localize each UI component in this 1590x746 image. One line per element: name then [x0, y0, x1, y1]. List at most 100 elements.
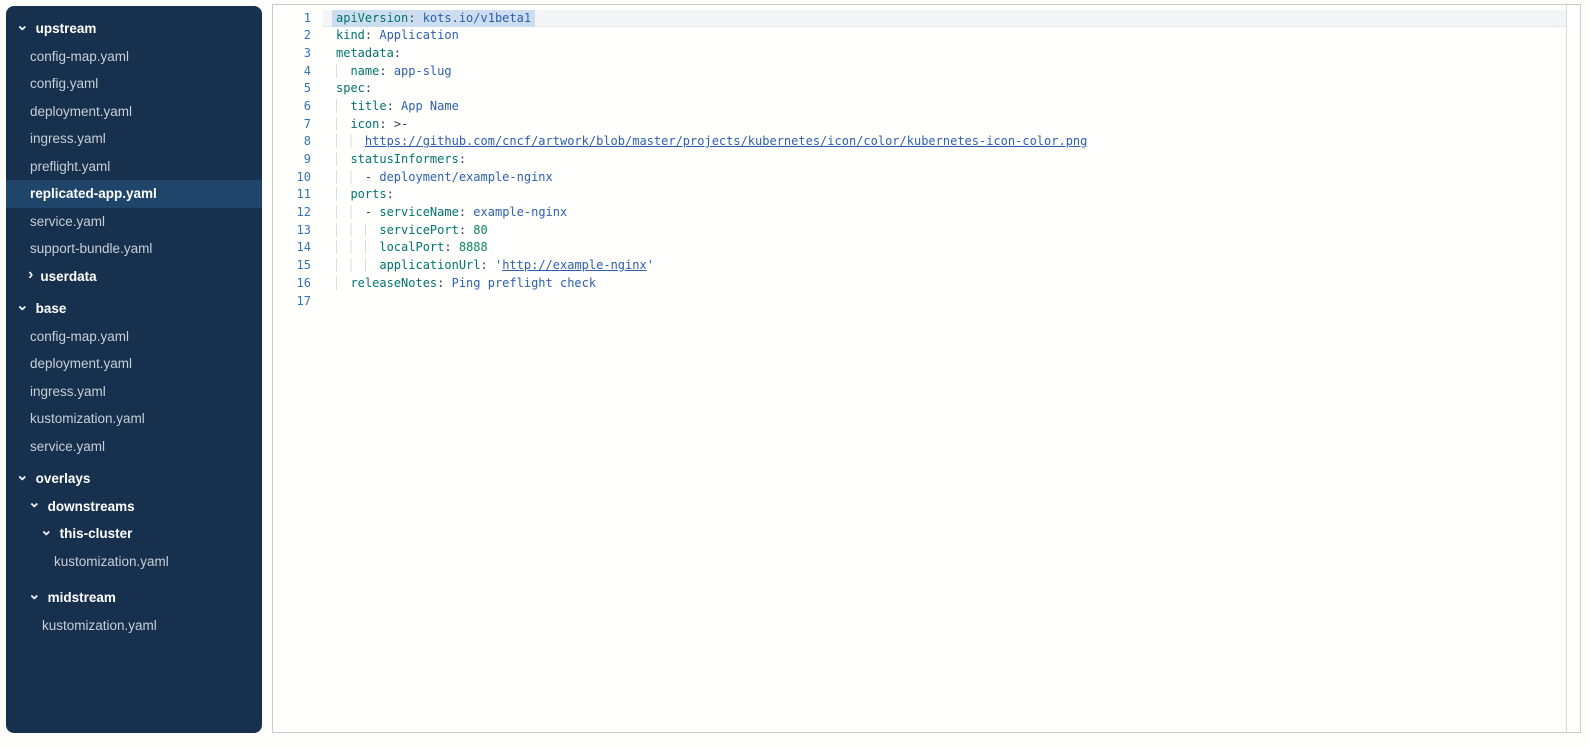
code-line-11[interactable]: ports: [323, 186, 1566, 204]
code-token: metadata [336, 46, 394, 60]
tree-item-label: upstream [36, 21, 97, 36]
chevron-down-icon[interactable]: ⌄ [28, 590, 41, 600]
tree-file-service.yaml[interactable]: service.yaml [6, 208, 262, 236]
indent-guide [336, 64, 350, 78]
tree-item-label: ingress.yaml [30, 384, 106, 399]
url-link[interactable]: http://example-nginx [502, 258, 647, 272]
tree-item-label: deployment.yaml [30, 356, 132, 371]
code-line-9[interactable]: statusInformers: [323, 151, 1566, 169]
code-token: : [387, 99, 401, 113]
tree-item-label: ingress.yaml [30, 131, 106, 146]
code-token: spec [336, 81, 365, 95]
tree-folder-base[interactable]: ⌄ base [6, 295, 262, 323]
code-line-13[interactable]: servicePort: 80 [323, 222, 1566, 240]
tree-folder-downstreams[interactable]: ⌄downstreams [6, 493, 262, 521]
tree-file-deployment.yaml[interactable]: deployment.yaml [6, 98, 262, 126]
line-number: 13 [273, 222, 323, 240]
line-number: 2 [273, 27, 323, 45]
tree-file-config-map.yaml[interactable]: config-map.yaml [6, 323, 262, 351]
code-line-4[interactable]: name: app-slug [323, 63, 1566, 81]
code-token: releaseNotes [350, 276, 437, 290]
line-number: 3 [273, 45, 323, 63]
line-number: 4 [273, 63, 323, 81]
chevron-down-icon[interactable]: ⌄ [40, 526, 53, 536]
chevron-down-icon[interactable]: ⌄ [28, 498, 41, 508]
code-token: 80 [473, 223, 487, 237]
tree-file-config-map.yaml[interactable]: config-map.yaml [6, 43, 262, 71]
tree-file-config.yaml[interactable]: config.yaml [6, 70, 262, 98]
code-line-1[interactable]: apiVersion: kots.io/v1beta1 [323, 10, 1566, 28]
chevron-down-icon[interactable]: ⌄ [16, 471, 29, 481]
code-line-10[interactable]: - deployment/example-nginx [323, 169, 1566, 187]
tree-file-ingress.yaml[interactable]: ingress.yaml [6, 378, 262, 406]
code-line-17[interactable] [323, 293, 1566, 311]
tree-file-kustomization.yaml[interactable]: kustomization.yaml [6, 405, 262, 433]
code-token: title [350, 99, 386, 113]
tree-file-kustomization.yaml[interactable]: kustomization.yaml [6, 612, 262, 640]
code-token: applicationUrl [379, 258, 480, 272]
tree-file-ingress.yaml[interactable]: ingress.yaml [6, 125, 262, 153]
url-link[interactable]: https://github.com/cncf/artwork/blob/mas… [365, 134, 1087, 148]
tree-item-label: deployment.yaml [30, 104, 132, 119]
tree-item-label: support-bundle.yaml [30, 241, 152, 256]
code-token: apiVersion [336, 11, 408, 25]
tree-item-label: config-map.yaml [30, 49, 129, 64]
chevron-down-icon[interactable]: ⌄ [16, 21, 29, 31]
tree-folder-midstream[interactable]: ⌄ midstream [6, 584, 262, 612]
tree-item-label: preflight.yaml [30, 159, 110, 174]
code-token: kots.io/v1beta1 [423, 11, 531, 25]
code-token: localPort [379, 240, 444, 254]
code-line-15[interactable]: applicationUrl: 'http://example-nginx' [323, 257, 1566, 275]
code-token: : [408, 11, 422, 25]
tree-folder-this-cluster[interactable]: ⌄ this-cluster [6, 520, 262, 548]
code-token: : [444, 240, 458, 254]
code-token: : [437, 276, 451, 290]
chevron-down-icon[interactable]: ⌄ [16, 301, 29, 311]
tree-item-label: config.yaml [30, 76, 98, 91]
tree-item-label: service.yaml [30, 214, 105, 229]
line-number: 15 [273, 257, 323, 275]
line-number: 14 [273, 239, 323, 257]
code-line-5[interactable]: spec: [323, 80, 1566, 98]
code-line-2[interactable]: kind: Application [323, 27, 1566, 45]
code-area[interactable]: apiVersion: kots.io/v1beta1kind: Applica… [323, 5, 1566, 732]
indent-guide [336, 276, 350, 290]
indent-guide [336, 99, 350, 113]
tree-item-label: this-cluster [60, 526, 133, 541]
code-line-6[interactable]: title: App Name [323, 98, 1566, 116]
code-token: - [365, 205, 379, 219]
code-line-7[interactable]: icon: >- [323, 116, 1566, 134]
tree-file-support-bundle.yaml[interactable]: support-bundle.yaml [6, 235, 262, 263]
code-token: App Name [401, 99, 459, 113]
tree-item-label: config-map.yaml [30, 329, 129, 344]
line-number: 11 [273, 186, 323, 204]
tree-folder-upstream[interactable]: ⌄ upstream [6, 15, 262, 43]
scrollbar-track[interactable] [1566, 5, 1580, 732]
indent-guide [336, 152, 350, 166]
line-number: 8 [273, 133, 323, 151]
code-editor[interactable]: 1234567891011121314151617 apiVersion: ko… [272, 4, 1581, 733]
tree-file-deployment.yaml[interactable]: deployment.yaml [6, 350, 262, 378]
code-token: app-slug [394, 64, 452, 78]
tree-file-replicated-app.yaml[interactable]: replicated-app.yaml [6, 180, 262, 208]
code-line-14[interactable]: localPort: 8888 [323, 239, 1566, 257]
code-line-3[interactable]: metadata: [323, 45, 1566, 63]
code-token: ' [647, 258, 654, 272]
code-token: Ping preflight check [452, 276, 597, 290]
code-line-12[interactable]: - serviceName: example-nginx [323, 204, 1566, 222]
indent-guide [336, 170, 365, 184]
file-tree-sidebar: ⌄ upstream config-map.yaml config.yaml deplo… [6, 6, 262, 733]
indent-guide [336, 134, 365, 148]
tree-folder-userdata[interactable]: ›userdata [6, 263, 262, 291]
tree-folder-overlays[interactable]: ⌄overlays [6, 465, 262, 493]
chevron-right-icon[interactable]: › [28, 269, 33, 281]
tree-file-service.yaml[interactable]: service.yaml [6, 433, 262, 461]
line-number: 5 [273, 80, 323, 98]
code-line-16[interactable]: releaseNotes: Ping preflight check [323, 275, 1566, 293]
tree-file-kustomization.yaml[interactable]: kustomization.yaml [6, 548, 262, 576]
tree-file-preflight.yaml[interactable]: preflight.yaml [6, 153, 262, 181]
code-line-8[interactable]: https://github.com/cncf/artwork/blob/mas… [323, 133, 1566, 151]
code-token: 8888 [459, 240, 488, 254]
tree-item-label: base [36, 301, 67, 316]
tree-item-label: midstream [48, 590, 116, 605]
